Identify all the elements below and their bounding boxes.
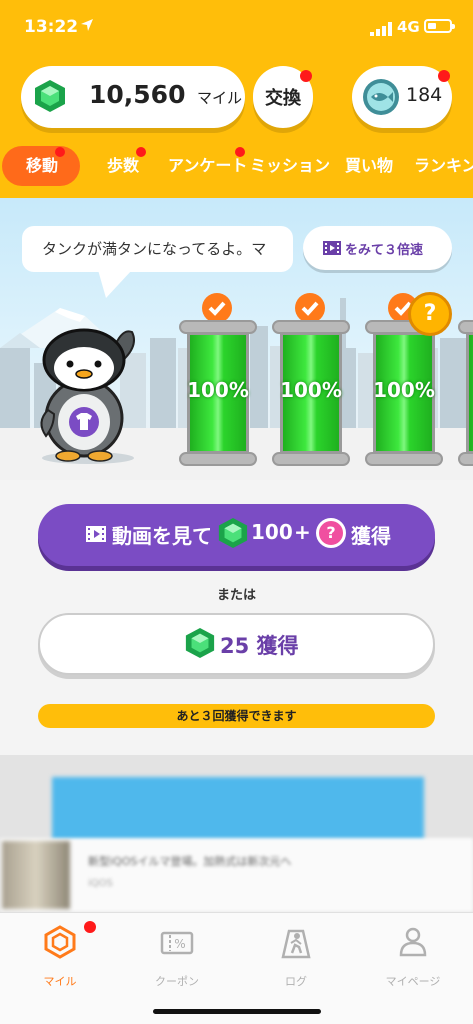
nav-miles-label: マイル	[43, 975, 77, 988]
speech-bubble-tail	[98, 270, 132, 298]
question-badge[interactable]: ?	[408, 292, 452, 336]
tab-survey-dot	[235, 147, 245, 157]
coin-balance[interactable]: 184	[352, 66, 452, 128]
user-icon	[399, 927, 427, 957]
nav-miles[interactable]: マイル	[10, 923, 110, 993]
nav-log[interactable]: ログ	[246, 923, 346, 993]
battery-icon	[424, 19, 455, 33]
ad-thumbnail	[2, 841, 70, 909]
tank-3[interactable]: 100%	[365, 293, 443, 466]
location-arrow-icon	[81, 19, 93, 31]
tab-shopping[interactable]: 買い物	[345, 146, 393, 186]
remaining-count: あと３回獲得できます	[38, 704, 435, 728]
tank-scene: タンクが満タンになってるよ。マ をみて３倍速 100% 100% 100% ?	[0, 198, 473, 480]
emerald-icon	[35, 80, 65, 112]
tank-4-partial[interactable]	[458, 320, 473, 466]
tank-base	[458, 452, 473, 466]
signal-icon	[370, 22, 392, 36]
miles-balance[interactable]: 10,560 マイル	[21, 66, 245, 128]
nav-mypage-label: マイページ	[385, 975, 441, 988]
tank-cap	[272, 320, 350, 334]
coin-value: 184	[406, 84, 443, 106]
question-bonus-icon: ?	[316, 518, 346, 548]
film-icon	[323, 241, 341, 255]
emerald-icon	[218, 517, 248, 549]
video-button-suffix: 獲得	[351, 524, 391, 548]
status-time: 13:22	[24, 17, 79, 37]
nav-mypage[interactable]: マイページ	[363, 923, 463, 993]
ad-banner[interactable]: 新型iQOSイルマ登場。加熱式は新次元へ iQOS	[0, 755, 473, 912]
tab-move[interactable]: 移動	[2, 146, 80, 186]
tank-cap	[179, 320, 257, 334]
nav-log-label: ログ	[285, 975, 307, 988]
header: 13:22 4G 10,560 マイル 交換 184 移動 歩数 アンケート ミ…	[0, 0, 473, 198]
coin-notification-dot	[438, 70, 450, 82]
tank-percent: 100%	[280, 378, 342, 402]
exchange-label: 交換	[265, 88, 301, 109]
tab-move-dot	[55, 147, 65, 157]
status-bar: 13:22 4G	[0, 0, 473, 56]
video-button-plus: +	[294, 520, 311, 544]
svg-text:%: %	[174, 937, 185, 951]
speech-bubble: タンクが満タンになってるよ。マ	[22, 226, 293, 272]
claim-button-label: 25 獲得	[220, 634, 299, 658]
penguin-mascot[interactable]	[32, 326, 147, 466]
walk-icon	[281, 929, 311, 959]
coupon-icon: %	[160, 931, 194, 955]
tank-cap	[458, 320, 473, 334]
film-icon	[86, 526, 106, 542]
nav-coupon-label: クーポン	[155, 975, 199, 988]
ad-subtitle: iQOS	[88, 878, 113, 889]
tab-steps[interactable]: 歩数	[107, 146, 139, 186]
tank-base	[179, 452, 257, 466]
tank-2[interactable]: 100%	[272, 293, 350, 466]
speed-button-label: をみて３倍速	[345, 243, 424, 258]
watch-video-reward-button[interactable]: 動画を見て 100 + ? 獲得	[38, 504, 435, 566]
tab-mission[interactable]: ミッション	[250, 146, 330, 186]
watch-video-speedup-button[interactable]: をみて３倍速	[303, 226, 452, 270]
exchange-notification-dot	[300, 70, 312, 82]
home-indicator	[153, 1009, 321, 1014]
miles-value: 10,560	[89, 80, 186, 109]
reward-panel: 動画を見て 100 + ? 獲得 または 25 獲得 あと３回獲得できます	[0, 480, 473, 755]
video-button-amount: 100	[251, 520, 293, 544]
emerald-icon	[185, 627, 215, 659]
network-type: 4G	[397, 18, 420, 36]
ad-title: 新型iQOSイルマ登場。加熱式は新次元へ	[88, 855, 292, 868]
nav-coupon[interactable]: % クーポン	[127, 923, 227, 993]
ad-card	[0, 838, 473, 912]
tank-base	[365, 452, 443, 466]
fish-coin-icon	[363, 79, 399, 115]
tank-percent: 100%	[373, 378, 435, 402]
tank-fill	[466, 332, 473, 454]
hexagon-icon	[44, 925, 76, 959]
tab-steps-dot	[136, 147, 146, 157]
video-button-prefix: 動画を見て	[112, 524, 212, 548]
bottom-nav: マイル % クーポン ログ マイページ	[0, 912, 473, 1024]
nav-miles-dot	[84, 921, 96, 933]
tank-1[interactable]: 100%	[179, 293, 257, 466]
miles-unit: マイル	[197, 89, 243, 107]
tank-percent: 100%	[187, 378, 249, 402]
tab-ranking[interactable]: ランキング	[414, 146, 473, 186]
or-text: または	[216, 588, 256, 603]
speech-bubble-text: タンクが満タンになってるよ。マ	[42, 240, 267, 258]
claim-reward-button[interactable]: 25 獲得	[38, 613, 435, 675]
tank-base	[272, 452, 350, 466]
